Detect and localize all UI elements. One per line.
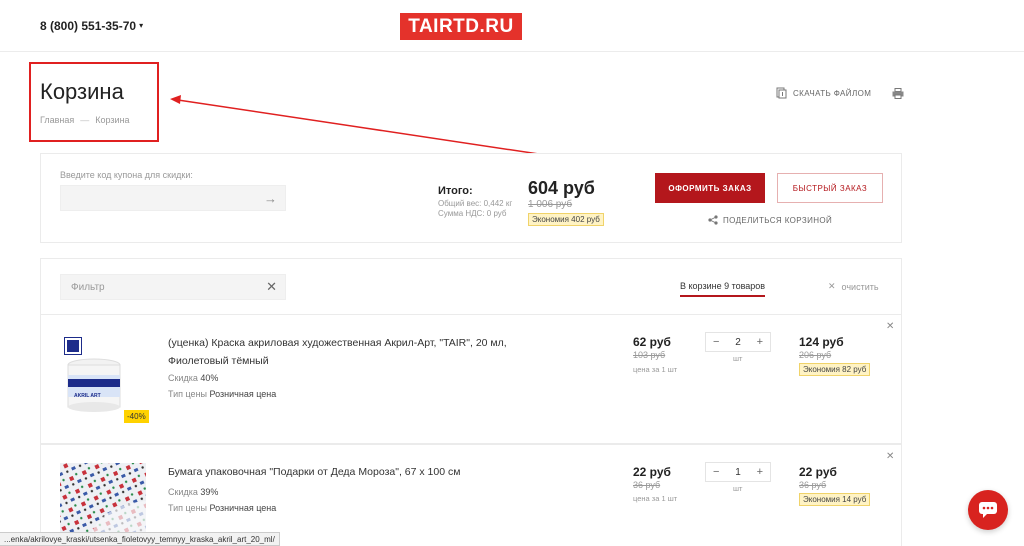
total-vat: Сумма НДС: 0 руб <box>438 209 507 218</box>
product-name-link[interactable]: (уценка) Краска акриловая художественная… <box>168 334 528 370</box>
phone-number: 8 (800) 551-35-70 <box>40 19 137 33</box>
logo-text: TAIRTD.RU <box>408 15 514 37</box>
price-type-value: Розничная цена <box>209 389 277 399</box>
quantity-value[interactable]: 2 <box>735 337 741 348</box>
price-unit: цена за 1 шт <box>633 494 678 503</box>
phone-dropdown[interactable]: 8 (800) 551-35-70 ▾ <box>40 19 143 33</box>
quantity-unit: шт <box>733 484 743 493</box>
quantity-value[interactable]: 1 <box>735 467 741 478</box>
header: 8 (800) 551-35-70 ▾ TAIRTD.RU <box>0 0 1024 52</box>
discount-label: Скидка <box>168 373 198 383</box>
filter-input[interactable]: Фильтр ✕ <box>60 274 286 300</box>
line-old-total: 206 руб <box>799 350 832 360</box>
product-image[interactable] <box>60 463 146 535</box>
discount-value: 39% <box>200 487 219 497</box>
share-icon <box>708 215 718 225</box>
quantity-unit: шт <box>733 354 743 363</box>
clear-cart-button[interactable]: ✕ очистить <box>828 281 879 292</box>
total-price: 604 руб <box>528 178 595 198</box>
cart-item: AKRIL ART -40% (уценка) Краска акриловая… <box>40 314 902 444</box>
economy-badge: Экономия 82 руб <box>799 363 871 376</box>
unit-price: 22 руб <box>633 465 671 479</box>
quick-order-button[interactable]: БЫСТРЫЙ ЗАКАЗ <box>777 173 883 203</box>
discount-badge: -40% <box>124 410 149 423</box>
site-logo[interactable]: TAIRTD.RU <box>400 13 522 40</box>
unit-old-price: 103 руб <box>633 350 666 360</box>
total-old-price: 1 006 руб <box>528 199 573 210</box>
clear-label: очистить <box>841 281 879 292</box>
quantity-stepper[interactable]: − 2 + <box>705 332 771 352</box>
remove-item-icon[interactable]: ✕ <box>886 451 894 462</box>
price-type-label: Тип цены <box>168 389 208 399</box>
quantity-stepper[interactable]: − 1 + <box>705 462 771 482</box>
product-image-label: AKRIL ART <box>74 393 101 399</box>
unit-price: 62 руб <box>633 335 671 349</box>
economy-badge: Экономия 14 руб <box>799 493 871 506</box>
print-button[interactable] <box>892 86 904 104</box>
close-icon[interactable]: ✕ <box>266 279 277 295</box>
arrow-right-icon[interactable]: → <box>264 191 277 206</box>
tab-cart-items[interactable]: В корзине 9 товаров <box>680 281 766 297</box>
line-total: 124 руб <box>799 335 844 349</box>
chat-bubble-icon <box>979 502 997 518</box>
plus-icon[interactable]: + <box>757 336 763 348</box>
total-label: Итого: <box>438 185 473 197</box>
discount-value: 40% <box>200 373 219 383</box>
minus-icon[interactable]: − <box>713 466 719 478</box>
remove-item-icon[interactable]: ✕ <box>886 321 894 332</box>
share-label: ПОДЕЛИТЬСЯ КОРЗИНОЙ <box>723 215 833 225</box>
download-file-link[interactable]: СКАЧАТЬ ФАЙЛОМ <box>776 87 871 99</box>
economy-badge: Экономия 402 руб <box>528 213 604 226</box>
discount-label: Скидка <box>168 487 198 497</box>
price-type-label: Тип цены <box>168 503 208 513</box>
price-type-info: Тип цены Розничная цена <box>168 503 276 513</box>
line-old-total: 36 руб <box>799 480 827 490</box>
total-weight: Общий вес: 0,442 кг <box>438 199 513 208</box>
coupon-label: Введите код купона для скидки: <box>60 170 193 180</box>
close-icon: ✕ <box>828 281 836 291</box>
share-cart-link[interactable]: ПОДЕЛИТЬСЯ КОРЗИНОЙ <box>708 215 832 225</box>
color-swatch <box>64 337 82 355</box>
cart-filter-bar: Фильтр ✕ В корзине 9 товаров ✕ очистить <box>40 258 902 314</box>
product-name-link[interactable]: Бумага упаковочная "Подарки от Деда Моро… <box>168 463 528 481</box>
plus-icon[interactable]: + <box>757 466 763 478</box>
annotation-highlight-box <box>29 62 159 142</box>
filter-placeholder: Фильтр <box>71 282 105 293</box>
discount-info: Скидка 39% <box>168 487 218 497</box>
line-total: 22 руб <box>799 465 837 479</box>
discount-info: Скидка 40% <box>168 373 218 383</box>
checkout-button[interactable]: ОФОРМИТЬ ЗАКАЗ <box>655 173 765 203</box>
coupon-input[interactable]: → <box>60 185 286 211</box>
cart-item: Бумага упаковочная "Подарки от Деда Моро… <box>40 444 902 546</box>
price-unit: цена за 1 шт <box>633 365 678 374</box>
price-type-value: Розничная цена <box>209 503 277 513</box>
minus-icon[interactable]: − <box>713 336 719 348</box>
download-label: СКАЧАТЬ ФАЙЛОМ <box>793 88 872 98</box>
cart-summary: Введите код купона для скидки: → Итого: … <box>40 153 902 243</box>
unit-old-price: 36 руб <box>633 480 661 490</box>
chat-widget-button[interactable] <box>968 490 1008 530</box>
printer-icon <box>892 88 904 99</box>
file-download-icon <box>776 87 787 99</box>
chevron-down-icon: ▾ <box>139 21 144 30</box>
price-type-info: Тип цены Розничная цена <box>168 389 276 399</box>
browser-status-url: ...enka/akrilovye_kraski/utsenka_fioleto… <box>0 532 280 546</box>
